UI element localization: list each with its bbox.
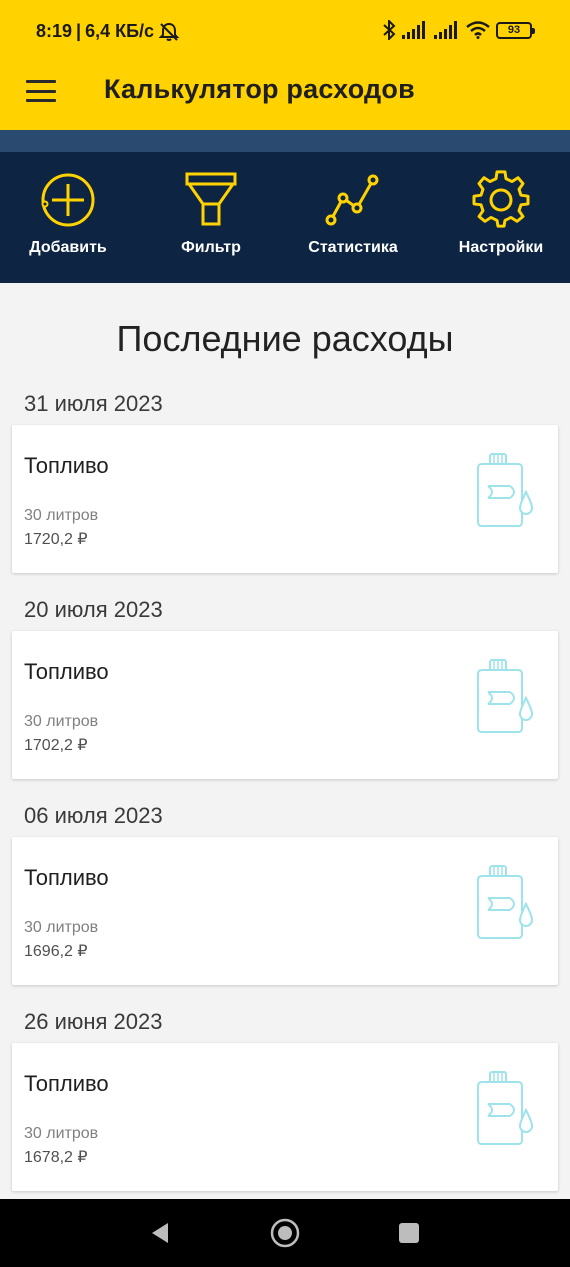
status-time: 8:19	[36, 21, 73, 41]
gear-icon	[472, 170, 530, 228]
statistics-button[interactable]: Статистика	[305, 152, 401, 283]
signal-icon	[402, 21, 425, 39]
expense-date: 26 июня 2023	[24, 1009, 163, 1034]
expense-card[interactable]: Топливо 30 литров 1696,2 ₽	[12, 837, 558, 985]
section-title: Последние расходы	[116, 318, 454, 359]
expense-amount: 1696,2 ₽	[24, 943, 88, 960]
wifi-icon	[466, 21, 490, 39]
expense-card[interactable]: Топливо 30 литров 1678,2 ₽	[12, 1043, 558, 1191]
expense-amount: 1702,2 ₽	[24, 737, 88, 754]
mute-icon	[158, 22, 180, 41]
expense-group: 06 июля 2023 Топливо 30 литров 1696,2 ₽	[0, 799, 570, 985]
filter-label: Фильтр	[181, 239, 241, 256]
expense-card[interactable]: Топливо 30 литров 1702,2 ₽	[12, 631, 558, 779]
toolbar-top-stripe	[0, 130, 570, 152]
recents-icon[interactable]	[393, 1217, 425, 1249]
system-nav-bar	[0, 1199, 570, 1267]
status-separator: |	[76, 21, 82, 41]
expense-amount: 1678,2 ₽	[24, 1149, 88, 1166]
fuel-canister-icon	[477, 659, 534, 733]
expense-date: 31 июля 2023	[24, 391, 163, 416]
settings-label: Настройки	[458, 239, 544, 256]
expense-date: 20 июля 2023	[24, 597, 163, 622]
statistics-label: Статистика	[308, 239, 398, 256]
expense-category: Топливо	[24, 453, 109, 478]
expense-quantity: 30 литров	[24, 713, 99, 730]
status-net-speed: 6,4 КБ/с	[85, 21, 155, 41]
action-toolbar: Добавить Фильтр Статистика Настройки	[0, 152, 570, 283]
signal-icon	[434, 21, 457, 39]
app-bar: Калькулятор расходов	[0, 64, 570, 130]
add-circle-icon	[41, 173, 95, 227]
expense-quantity: 30 литров	[24, 1125, 99, 1142]
expense-category: Топливо	[24, 659, 109, 684]
app-title: Калькулятор расходов	[104, 74, 415, 104]
expense-group: 20 июля 2023 Топливо 30 литров 1702,2 ₽	[0, 593, 570, 779]
status-bar: 8:19 | 6,4 КБ/с 93	[0, 0, 570, 64]
expense-group: 31 июля 2023 Топливо 30 литров 1720,2 ₽	[0, 387, 570, 573]
expense-card[interactable]: Топливо 30 литров 1720,2 ₽	[12, 425, 558, 573]
bluetooth-icon	[383, 20, 396, 40]
expense-category: Топливо	[24, 1071, 109, 1096]
expense-category: Топливо	[24, 865, 109, 890]
hamburger-menu-icon[interactable]	[26, 78, 56, 104]
fuel-canister-icon	[477, 453, 534, 527]
line-chart-icon	[325, 174, 379, 226]
funnel-icon	[185, 172, 237, 226]
fuel-canister-icon	[477, 1071, 534, 1145]
expense-quantity: 30 литров	[24, 919, 99, 936]
add-button[interactable]: Добавить	[28, 152, 108, 283]
status-right: 93	[382, 20, 535, 40]
fuel-canister-icon	[477, 865, 534, 939]
expense-quantity: 30 литров	[24, 507, 99, 524]
back-icon[interactable]	[144, 1217, 176, 1249]
home-icon[interactable]	[269, 1217, 301, 1249]
expense-group: 26 июня 2023 Топливо 30 литров 1678,2 ₽	[0, 1005, 570, 1191]
add-label: Добавить	[29, 239, 107, 256]
expense-date: 06 июля 2023	[24, 803, 163, 828]
settings-button[interactable]: Настройки	[455, 152, 547, 283]
battery-icon: 93	[496, 21, 535, 39]
filter-button[interactable]: Фильтр	[178, 152, 244, 283]
status-left: 8:19 | 6,4 КБ/с	[36, 21, 180, 42]
expense-list: 31 июля 2023 Топливо 30 литров 1720,2 ₽ …	[0, 387, 570, 1211]
expense-amount: 1720,2 ₽	[24, 531, 88, 548]
